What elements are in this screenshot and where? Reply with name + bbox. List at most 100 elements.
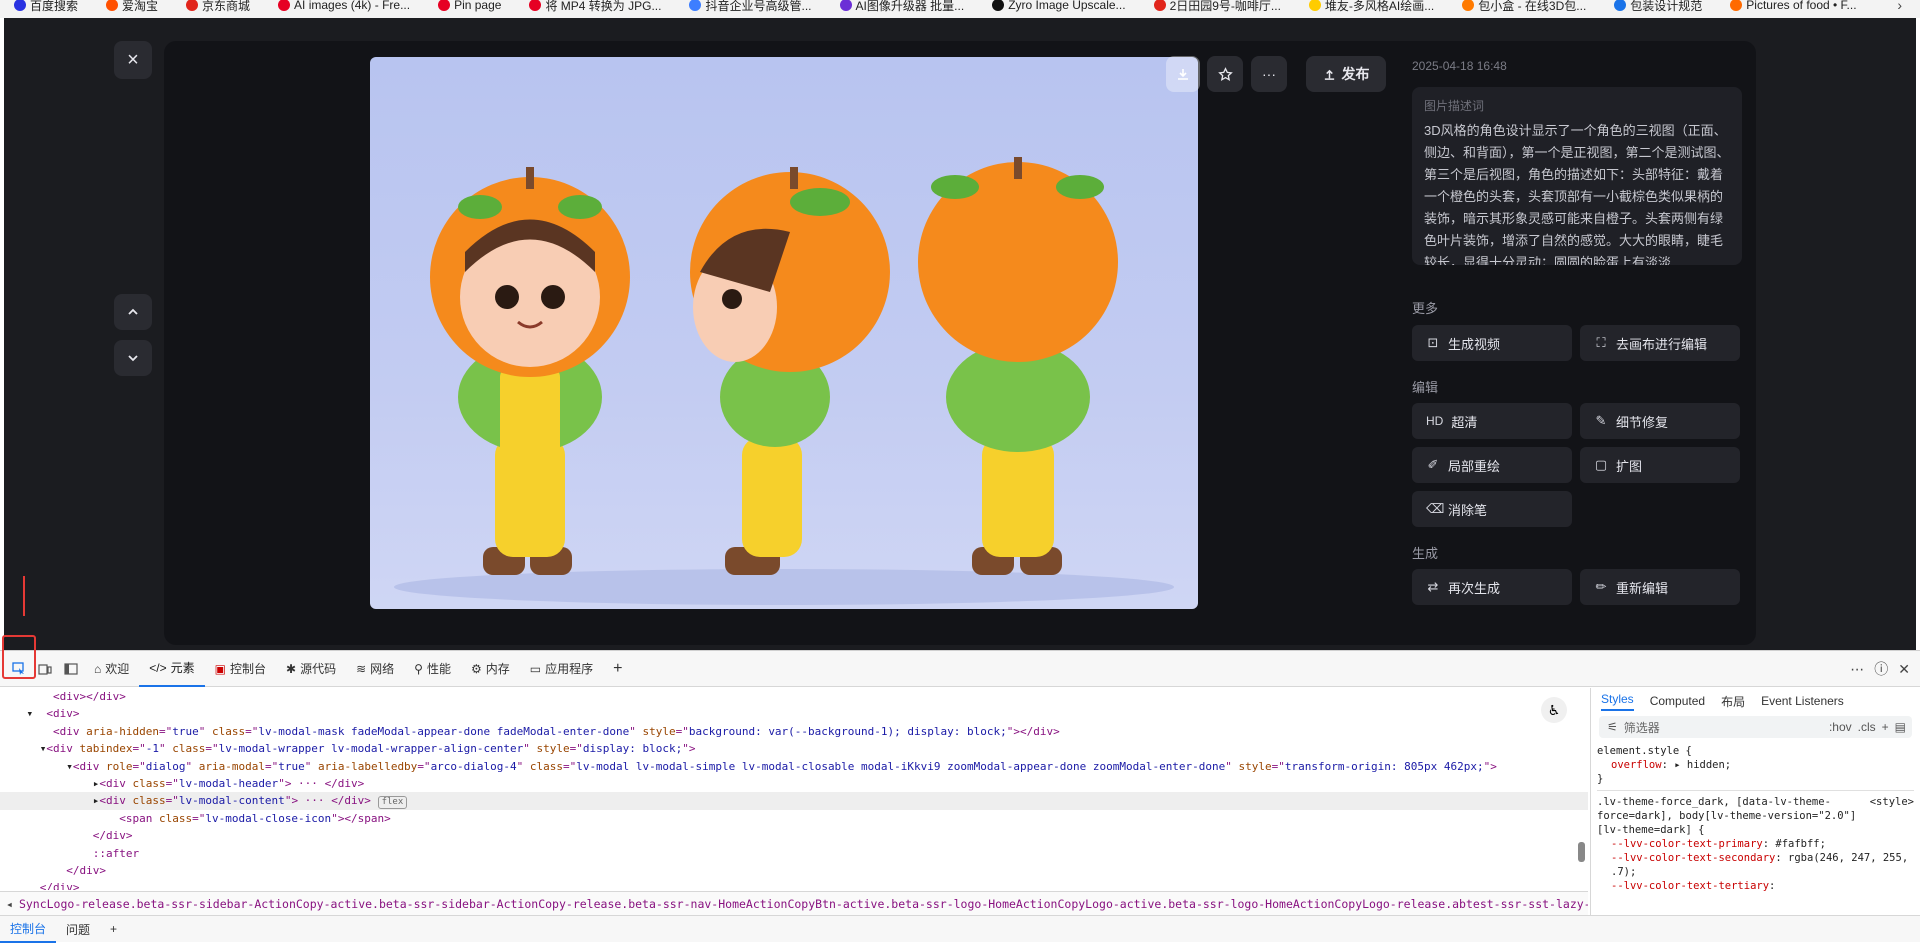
wifi-icon: ≋: [356, 661, 367, 676]
bookmark-item[interactable]: AI images (4k) - Fre...: [264, 0, 424, 12]
rule-source[interactable]: <style>: [1864, 795, 1914, 837]
generate-video-button[interactable]: ⊡ 生成视频: [1412, 325, 1572, 361]
computed-toggle-icon[interactable]: ▤: [1895, 720, 1906, 734]
dom-node-line[interactable]: </div>: [0, 827, 1588, 844]
generate-video-label: 生成视频: [1448, 336, 1501, 352]
tab-console[interactable]: ▣ 控制台: [205, 651, 276, 687]
bookmark-label: 包小盒 - 在线3D包...: [1478, 0, 1587, 13]
more-dots-icon: ···: [1262, 66, 1276, 82]
bookmark-item[interactable]: 堆友-多风格AI绘画...: [1295, 0, 1448, 14]
bookmarks-overflow-icon[interactable]: ›: [1897, 0, 1902, 13]
bookmark-label: 2日田园9号-咖啡厅...: [1169, 0, 1281, 13]
bookmark-item[interactable]: 将 MP4 转换为 JPG...: [515, 0, 675, 14]
dom-node-line[interactable]: ▾ <div>: [0, 705, 1588, 722]
detail-fix-button[interactable]: ✎ 细节修复: [1580, 403, 1740, 439]
tab-network[interactable]: ≋ 网络: [346, 651, 404, 687]
regenerate-button[interactable]: ⇄ 再次生成: [1412, 569, 1572, 605]
more-options-button[interactable]: ···: [1251, 56, 1287, 92]
accessibility-icon[interactable]: ♿: [1541, 697, 1567, 723]
upscale-hd-label: 超清: [1451, 414, 1478, 430]
re-edit-button[interactable]: ✏ 重新编辑: [1580, 569, 1740, 605]
tab-console-label: 控制台: [229, 662, 266, 676]
dom-node-line[interactable]: ▸<div class="lv-modal-header"> ··· </div…: [0, 775, 1588, 792]
breadcrumb-left-arrow[interactable]: ◂: [0, 897, 19, 911]
new-rule-icon[interactable]: +: [1882, 720, 1889, 734]
bookmark-label: 堆友-多风格AI绘画...: [1324, 0, 1435, 13]
close-icon: ×: [127, 48, 139, 71]
dom-node-line[interactable]: <span class="lv-modal-close-icon"></span…: [0, 810, 1588, 827]
bookmark-item[interactable]: AI图像升级器 批量...: [826, 0, 979, 14]
refresh-icon: ⇄: [1427, 579, 1439, 594]
close-devtools-icon[interactable]: ✕: [1898, 661, 1910, 678]
bookmark-item[interactable]: 包装设计规范: [1600, 0, 1716, 14]
tab-application[interactable]: ▭ 应用程序: [520, 651, 603, 687]
drawer-tab-issues[interactable]: 问题: [56, 916, 100, 943]
bookmark-item[interactable]: Zyro Image Upscale...: [978, 0, 1139, 12]
close-viewer-button[interactable]: ×: [114, 41, 152, 79]
bookmark-item[interactable]: 京东商城: [172, 0, 264, 14]
hov-toggle[interactable]: :hov: [1829, 720, 1852, 734]
dom-node-line[interactable]: <div aria-hidden="true" class="lv-modal-…: [0, 723, 1588, 740]
bookmark-item[interactable]: Pictures of food • F...: [1716, 0, 1870, 12]
bookmark-item[interactable]: 爱淘宝: [92, 0, 172, 14]
tab-welcome[interactable]: ⌂ 欢迎: [84, 651, 139, 687]
bookmark-item[interactable]: 抖音企业号高级管...: [675, 0, 825, 14]
favorite-button[interactable]: [1207, 56, 1243, 92]
prompt-description-box[interactable]: 图片描述词 3D风格的角色设计显示了一个角色的三视图（正面、侧边、和背面），第一…: [1412, 87, 1742, 265]
upscale-hd-button[interactable]: HD 超清: [1412, 403, 1572, 439]
plus-icon: +: [613, 659, 623, 677]
dom-node-line[interactable]: ▾<div role="dialog" aria-modal="true" ar…: [0, 758, 1588, 775]
panel-icon: [64, 662, 78, 675]
previous-image-button[interactable]: [114, 294, 152, 330]
dom-breadcrumb[interactable]: ◂ SyncLogo-release.beta-ssr-sidebar-Acti…: [0, 891, 1588, 915]
css-var-line: --lvv-color-text-tertiary:: [1611, 880, 1776, 892]
help-icon[interactable]: ⓘ: [1874, 659, 1888, 679]
download-button[interactable]: [1166, 56, 1200, 92]
dom-node-line[interactable]: </div>: [0, 862, 1588, 879]
bookmark-label: Zyro Image Upscale...: [1008, 0, 1126, 12]
filter-placeholder: 筛选器: [1623, 720, 1660, 735]
bookmark-favicon-icon: [438, 0, 451, 11]
dom-node-line[interactable]: ▾<div tabindex="-1" class="lv-modal-wrap…: [0, 740, 1588, 757]
dom-node-line[interactable]: </div>: [0, 879, 1588, 890]
detail-side-panel: 2025-04-18 16:48 图片描述词 3D风格的角色设计显示了一个角色的…: [1412, 41, 1742, 645]
dom-node-line[interactable]: ::after: [0, 845, 1588, 862]
styles-tab[interactable]: Event Listeners: [1761, 694, 1844, 708]
more-tools-icon[interactable]: ⋯: [1850, 661, 1864, 678]
console-icon: ▣: [214, 661, 226, 676]
tab-welcome-label: 欢迎: [105, 662, 130, 676]
magic-wand-icon: ✎: [1595, 413, 1607, 428]
drawer-add-button[interactable]: +: [100, 916, 127, 943]
tab-elements[interactable]: </> 元素: [139, 651, 205, 687]
dom-scrollbar[interactable]: [1578, 842, 1585, 862]
tab-memory[interactable]: ⚙ 内存: [461, 651, 520, 687]
styles-filter[interactable]: ⚟ 筛选器 :hov .cls + ▤: [1599, 716, 1912, 738]
styles-tab[interactable]: 布局: [1721, 693, 1745, 710]
dom-node-line[interactable]: ▸<div class="lv-modal-content"> ··· </di…: [0, 792, 1588, 810]
code-icon: </>: [149, 660, 167, 675]
inpaint-button[interactable]: ✐ 局部重绘: [1412, 447, 1572, 483]
styles-tab[interactable]: Computed: [1650, 694, 1705, 708]
cls-toggle[interactable]: .cls: [1858, 720, 1876, 734]
bookmark-item[interactable]: 百度搜索: [0, 0, 92, 14]
breadcrumb-path[interactable]: SyncLogo-release.beta-ssr-sidebar-Action…: [19, 897, 1588, 911]
next-image-button[interactable]: [114, 340, 152, 376]
eraser-button[interactable]: ⌫ 消除笔: [1412, 491, 1572, 527]
bookmark-item[interactable]: Pin page: [424, 0, 515, 12]
generated-image[interactable]: [370, 57, 1198, 609]
tab-performance[interactable]: ⚲ 性能: [404, 651, 461, 687]
tab-sources[interactable]: ✱ 源代码: [276, 651, 346, 687]
drawer-tab-console[interactable]: 控制台: [0, 916, 57, 943]
bookmark-item[interactable]: 包小盒 - 在线3D包...: [1448, 0, 1600, 14]
upload-icon: [1324, 69, 1334, 80]
dock-toggle-button[interactable]: [58, 656, 84, 682]
dom-node-line[interactable]: <div></div>: [0, 688, 1588, 705]
publish-button[interactable]: 发布: [1306, 56, 1386, 92]
styles-tab[interactable]: Styles: [1601, 692, 1634, 711]
dom-tree[interactable]: <div></div> ▾ <div> <div aria-hidden="tr…: [0, 688, 1588, 890]
add-tab-button[interactable]: +: [603, 651, 632, 687]
performance-icon: ⚲: [414, 661, 423, 676]
canvas-edit-button[interactable]: ⛶ 去画布进行编辑: [1580, 325, 1740, 361]
expand-image-button[interactable]: ▢ 扩图: [1580, 447, 1740, 483]
bookmark-item[interactable]: 2日田园9号-咖啡厅...: [1140, 0, 1295, 14]
